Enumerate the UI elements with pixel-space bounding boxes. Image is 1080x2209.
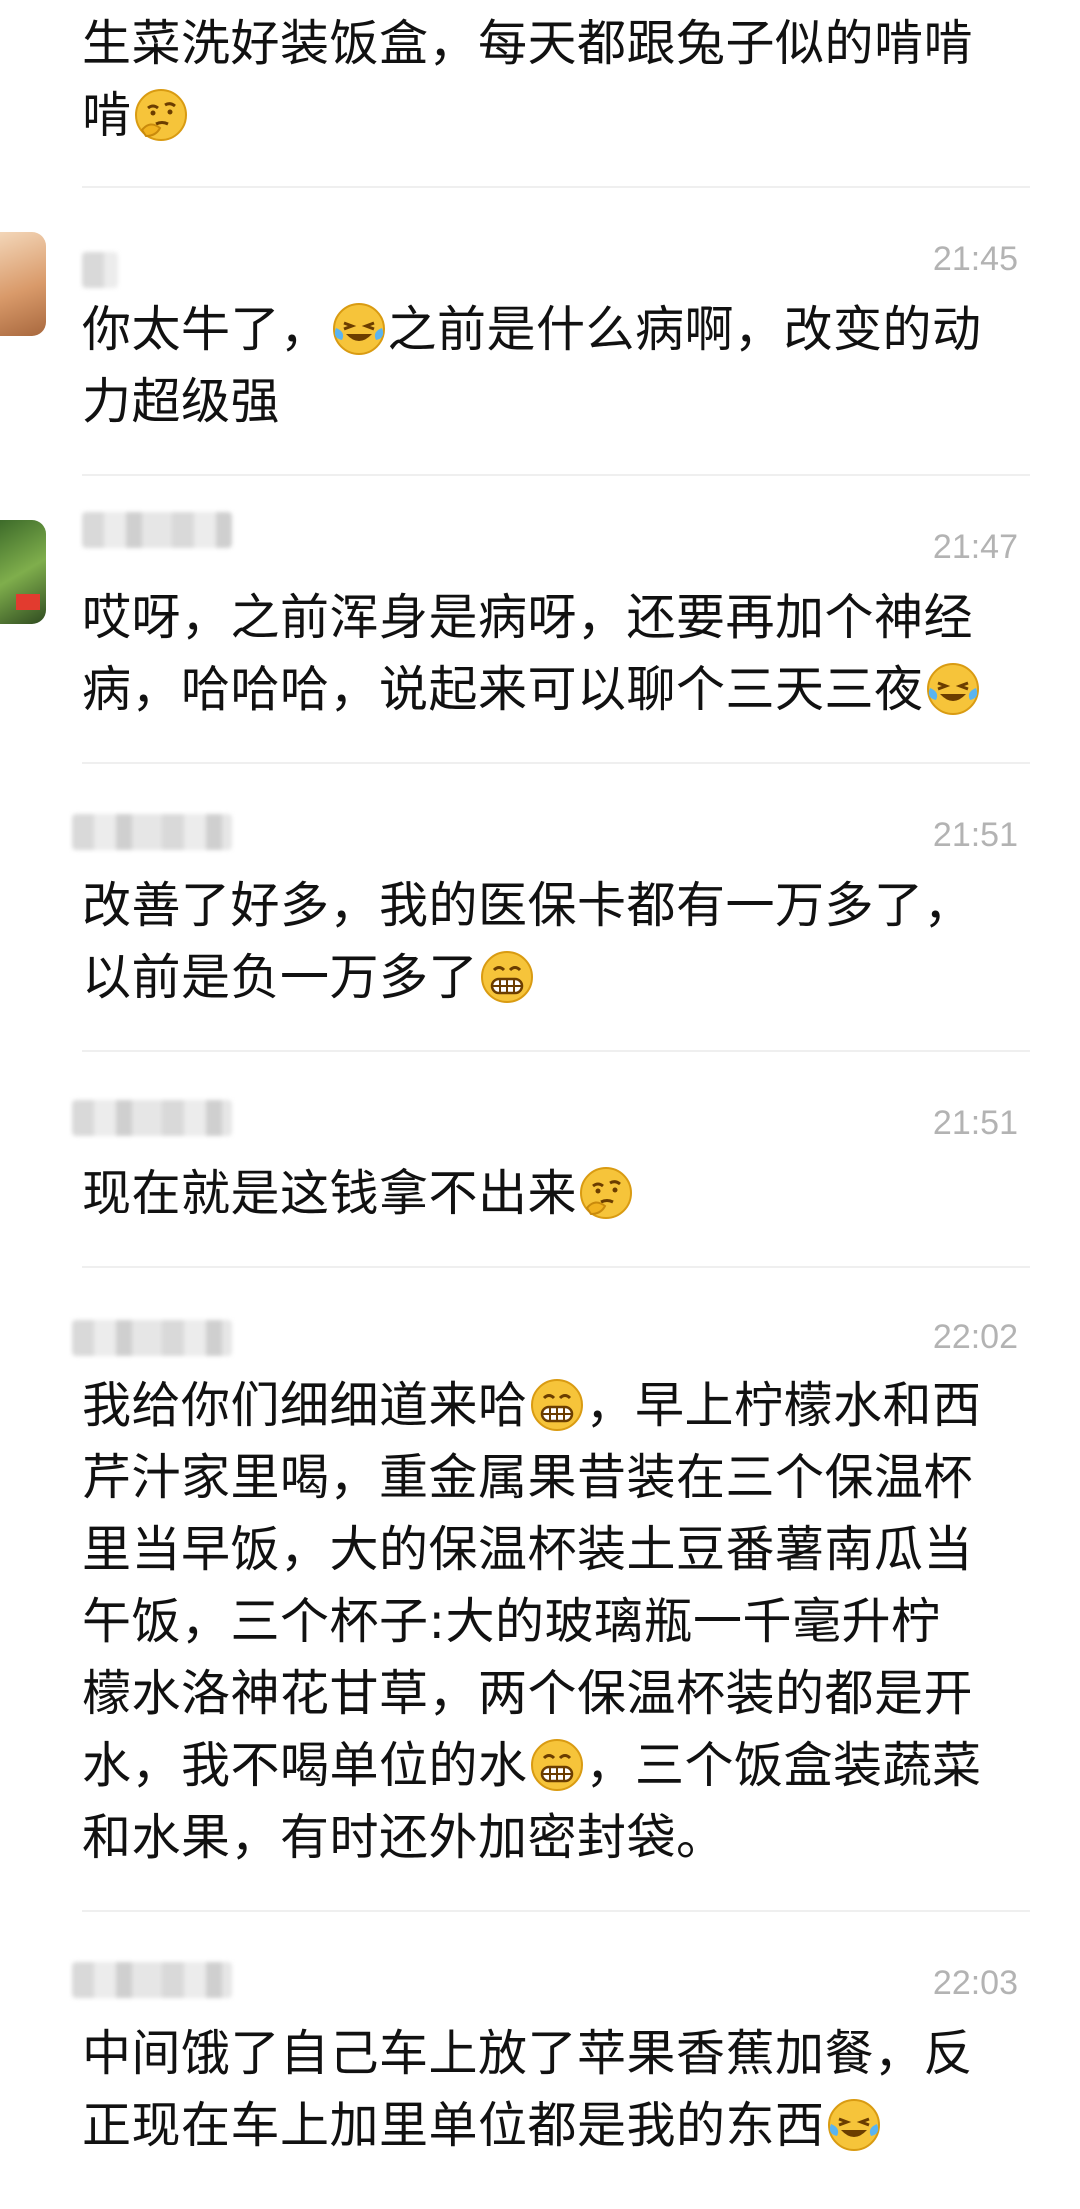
grin-emoji-icon bbox=[480, 950, 534, 1004]
username-blurred[interactable] bbox=[82, 252, 118, 288]
comment-divider bbox=[82, 1266, 1030, 1268]
comment-text: 中间饿了自己车上放了苹果香蕉加餐，反 正现在车上加里单位都是我的东西 bbox=[82, 2025, 974, 2154]
comment-text: 现在就是这钱拿不出来 bbox=[82, 1158, 1012, 1230]
comment-text: 哎呀，之前浑身是病呀，还要再加个神经 病，哈哈哈，说起来可以聊个三天三夜 bbox=[82, 582, 1012, 726]
laugh-cry-emoji-icon bbox=[827, 2098, 881, 2152]
flag-icon bbox=[16, 594, 40, 610]
comment-text: 改善了好多，我的医保卡都有一万多了， 以前是负一万多了 bbox=[82, 877, 974, 1006]
thinking-emoji-icon bbox=[579, 1166, 633, 1220]
comment-divider bbox=[82, 1050, 1030, 1052]
comment-time: 21:51 bbox=[932, 1104, 1018, 1142]
comment-divider bbox=[82, 474, 1030, 476]
avatar[interactable] bbox=[0, 232, 46, 336]
grin-emoji-icon bbox=[530, 1378, 584, 1432]
grin-emoji-icon bbox=[530, 1738, 584, 1792]
comment-time: 21:47 bbox=[932, 528, 1018, 566]
comment-divider bbox=[82, 762, 1030, 764]
comment-divider bbox=[82, 186, 1030, 188]
comment-divider bbox=[82, 1910, 1030, 1912]
username-blurred[interactable] bbox=[82, 512, 232, 548]
username-blurred[interactable] bbox=[72, 1320, 232, 1356]
comment-text: 生菜洗好装饭盒，每天都跟兔子似的啃啃 啃 bbox=[82, 15, 974, 144]
comment-time: 21:51 bbox=[932, 816, 1018, 854]
laugh-cry-emoji-icon bbox=[926, 662, 980, 716]
comment-time: 22:03 bbox=[932, 1964, 1018, 2002]
thinking-emoji-icon bbox=[134, 88, 188, 142]
comment-time: 21:45 bbox=[932, 240, 1018, 278]
laugh-cry-emoji-icon bbox=[332, 302, 386, 356]
username-blurred[interactable] bbox=[72, 814, 232, 850]
username-blurred[interactable] bbox=[72, 1100, 232, 1136]
username-blurred[interactable] bbox=[72, 1962, 232, 1998]
comment-time: 22:02 bbox=[932, 1318, 1018, 1356]
comment-text: 我给你们细细道来哈 ，早上柠檬水和西 芹汁家里喝，重金属果昔装在三个保温杯 里当早… bbox=[82, 1377, 982, 1866]
comment-text: 你太牛了， 之前是什么病啊，改变的动 力超级强 bbox=[82, 301, 982, 430]
